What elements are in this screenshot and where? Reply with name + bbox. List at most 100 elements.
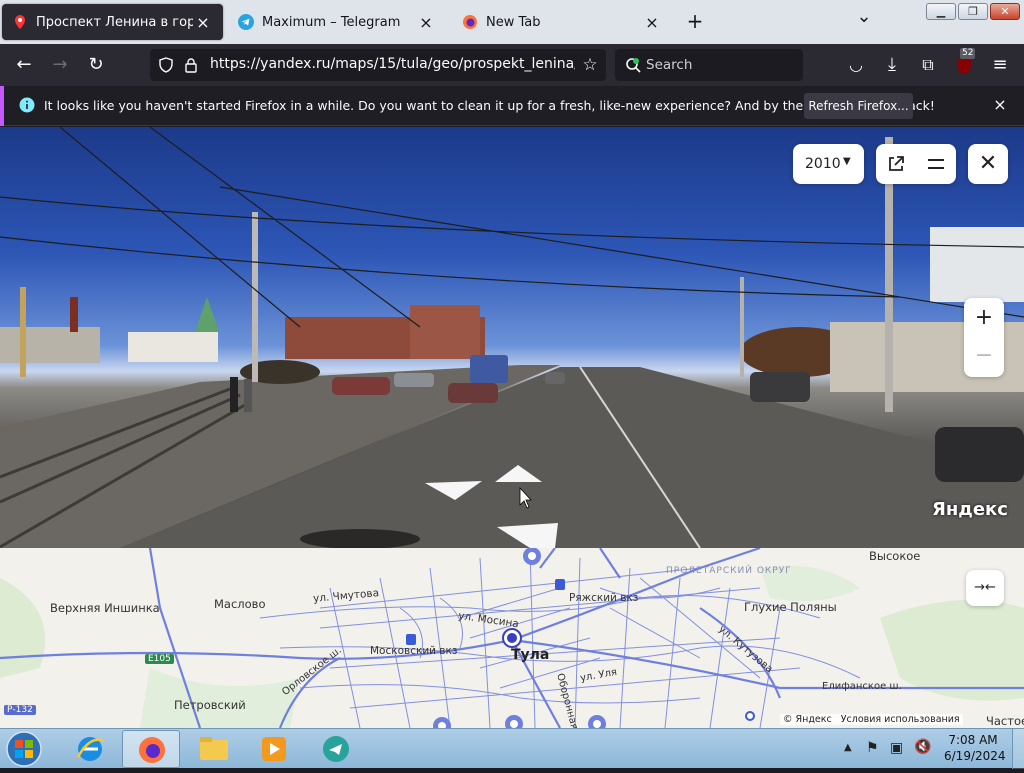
close-tab-icon[interactable]: × [193, 13, 213, 32]
yandex-watermark: Яндекс [932, 499, 1008, 520]
maximize-button[interactable]: ❐ [958, 3, 988, 20]
navigation-toolbar: ← → ↻ https://yandex.ru/maps/15/tula/geo… [0, 44, 1024, 86]
yandex-maps-pin-icon [15, 15, 25, 29]
back-button[interactable]: ← [10, 51, 38, 79]
tab-strip: Проспект Ленина в городе Тула × Maximum … [0, 0, 1024, 44]
minimize-icon: ▁ [936, 5, 946, 18]
close-tab-icon[interactable]: × [642, 13, 662, 32]
map-label: Глухие Поляны [744, 600, 837, 614]
taskbar-internet-explorer[interactable] [68, 731, 112, 767]
firefox-icon [463, 15, 477, 29]
map-canvas [0, 548, 1024, 728]
firefox-icon [139, 737, 165, 763]
mini-map[interactable]: Высокое Верхняя Иншинка Маслово ул. Чмут… [0, 548, 1024, 728]
extensions-button[interactable]: ⧉ [914, 51, 942, 79]
map-label: Высокое [869, 549, 921, 563]
taskbar-firefox[interactable] [122, 730, 180, 768]
list-all-tabs-button[interactable]: ⌄ [853, 8, 875, 30]
map-label: Частое [986, 714, 1024, 728]
tab-telegram[interactable]: Maximum – Telegram × [228, 4, 446, 40]
map-label: Петровский [174, 698, 246, 712]
show-desktop-button[interactable] [1012, 729, 1024, 769]
close-panorama-button[interactable]: ✕ [968, 144, 1008, 184]
extension-badge: 52 [960, 48, 976, 59]
map-copyright: © Яндекс Условия использования [780, 714, 963, 725]
menu-lines-icon[interactable] [927, 157, 945, 171]
search-icon [626, 58, 641, 73]
notification-bar: It looks like you haven't started Firefo… [0, 86, 1024, 126]
adblock-extension-button[interactable]: 52 [950, 48, 978, 79]
tab-yandex-maps[interactable]: Проспект Ленина в городе Тула × [2, 4, 223, 40]
clock-date: 6/19/2024 [944, 749, 1006, 763]
info-icon [19, 97, 35, 113]
hamburger-icon: ≡ [992, 54, 1008, 75]
close-tab-icon[interactable]: × [416, 13, 436, 32]
new-tab-button[interactable]: + [684, 10, 706, 32]
street-panorama[interactable]: 2010 ▼ ✕ + − Яндекс [0, 127, 1024, 548]
map-label: Маслово [214, 597, 266, 611]
tab-new-tab[interactable]: New Tab × [452, 4, 672, 40]
arrow-left-icon: ← [16, 54, 32, 75]
media-player-icon [262, 737, 286, 761]
search-bar[interactable]: Search [615, 49, 803, 81]
year-selector[interactable]: 2010 ▼ [793, 144, 864, 184]
pocket-button[interactable]: ◡ [842, 51, 870, 79]
notification-accent [0, 86, 4, 126]
taskbar-explorer[interactable] [192, 731, 236, 767]
refresh-firefox-button[interactable]: Refresh Firefox... [804, 93, 913, 119]
notification-message: It looks like you haven't started Firefo… [44, 98, 935, 113]
network-icon[interactable]: ▣ [890, 740, 903, 756]
chevron-down-icon: ▼ [843, 156, 851, 167]
year-value: 2010 [805, 156, 841, 172]
menu-button[interactable]: ≡ [986, 51, 1014, 79]
internet-explorer-icon [76, 737, 105, 761]
open-external-icon[interactable] [887, 155, 905, 173]
taskbar-telegram-app[interactable] [314, 731, 358, 767]
collapse-map-button[interactable]: →← [966, 570, 1004, 606]
minimize-button[interactable]: ▁ [926, 3, 956, 20]
chat-app-icon [323, 736, 349, 762]
url-text[interactable]: https://yandex.ru/maps/15/tula/geo/prosp… [210, 56, 575, 72]
download-icon: ⤓ [888, 54, 896, 75]
panorama-image [0, 127, 1024, 548]
clock-time: 7:08 AM [948, 733, 998, 747]
panorama-actions [876, 144, 956, 184]
start-button[interactable] [4, 730, 44, 768]
downloads-button[interactable]: ⤓ [878, 51, 906, 79]
volume-muted-icon[interactable]: 🔇 [914, 739, 931, 755]
arrow-right-icon: → [52, 54, 68, 75]
windows-taskbar: ▲ ⚑ ▣ 🔇 7:08 AM 6/19/2024 [0, 728, 1024, 769]
address-bar[interactable]: https://yandex.ru/maps/15/tula/geo/prosp… [150, 49, 606, 81]
road-shield: Р-132 [4, 705, 36, 715]
tracking-protection-shield-icon[interactable] [158, 57, 174, 73]
system-clock[interactable]: 7:08 AM 6/19/2024 [944, 732, 1006, 764]
map-label: Ряжский вкз [569, 592, 639, 604]
show-hidden-icons-button[interactable]: ▲ [844, 742, 852, 753]
map-label: Елифанское ш. [822, 681, 902, 692]
taskbar-media-player[interactable] [252, 731, 296, 767]
forward-button[interactable]: → [46, 51, 74, 79]
map-label: Верхняя Иншинка [50, 601, 160, 615]
telegram-icon [238, 14, 254, 30]
map-label: ПРОЛЕТАРСКИЙ ОКРУГ [666, 566, 792, 576]
close-notification-icon[interactable]: × [990, 95, 1010, 115]
panorama-zoom-control: + − [964, 298, 1004, 377]
zoom-in-button[interactable]: + [964, 300, 1004, 336]
search-placeholder: Search [646, 57, 693, 73]
road-shield: E105 [145, 654, 174, 664]
zoom-out-button[interactable]: − [964, 338, 1004, 374]
ublock-shield-icon [957, 58, 971, 74]
close-icon: ✕ [978, 151, 998, 176]
tab-title: Проспект Ленина в городе Тула [36, 14, 193, 30]
pocket-icon: ◡ [849, 55, 863, 74]
bookmark-star-icon[interactable]: ☆ [578, 53, 602, 77]
collapse-arrows-icon: →← [974, 580, 996, 595]
tab-title: Maximum – Telegram [262, 14, 401, 30]
map-label: Московский вкз [370, 645, 458, 657]
action-center-flag-icon[interactable]: ⚑ [866, 740, 879, 756]
reload-button[interactable]: ↻ [82, 51, 110, 79]
terms-link[interactable]: Условия использования [841, 714, 960, 725]
windows-logo-icon [6, 731, 42, 767]
lock-icon[interactable] [184, 57, 198, 73]
close-window-button[interactable]: ✕ [990, 3, 1020, 20]
